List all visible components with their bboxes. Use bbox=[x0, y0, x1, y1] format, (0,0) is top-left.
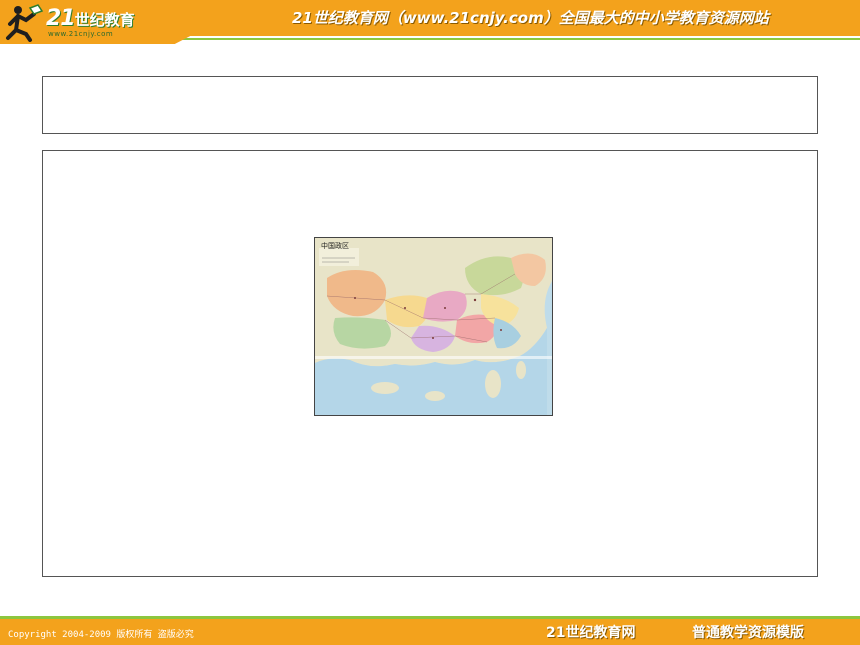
logo-url: www.21cnjy.com bbox=[48, 30, 114, 38]
slide-title-box bbox=[42, 76, 818, 134]
china-political-map-image: 中国政区 bbox=[314, 237, 553, 416]
slide: 21世纪教育 www.21cnjy.com 21世纪教育网（www.21cnjy… bbox=[0, 0, 860, 645]
footer-band: Copyright 2004-2009 版权所有 盗版必究 21世纪教育网 普通… bbox=[0, 619, 860, 645]
running-figure-book-icon bbox=[6, 4, 44, 42]
logo-text: 21世纪教育 bbox=[46, 6, 135, 31]
footer-brand: 21世纪教育网 bbox=[546, 625, 636, 641]
map-graphic bbox=[315, 238, 552, 415]
logo: 21世纪教育 www.21cnjy.com bbox=[0, 0, 190, 44]
map-title: 中国政区 bbox=[321, 242, 349, 250]
copyright-text: Copyright 2004-2009 版权所有 盗版必究 bbox=[8, 630, 194, 640]
footer-tagline: 普通教学资源模版 bbox=[692, 625, 804, 641]
header-title: 21世纪教育网（www.21cnjy.com）全国最大的中小学教育资源网站 bbox=[292, 9, 769, 27]
